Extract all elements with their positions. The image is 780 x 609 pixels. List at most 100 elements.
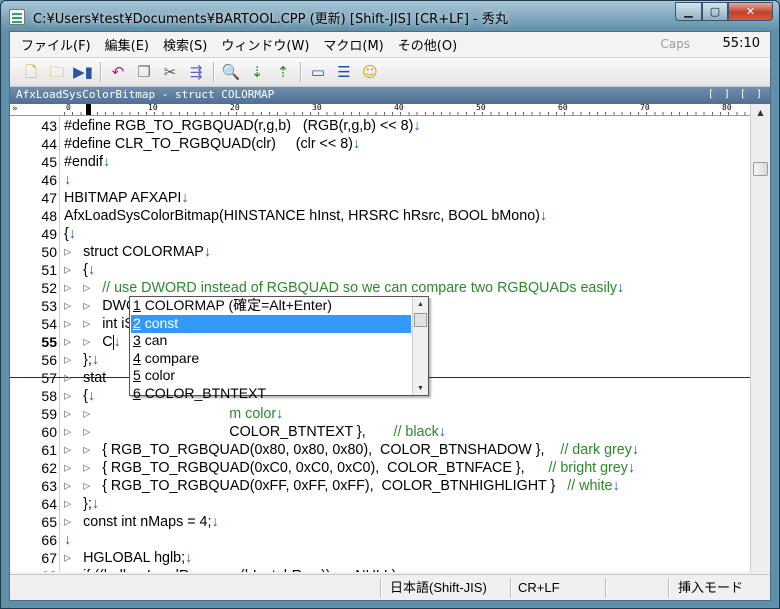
code-comment: m color xyxy=(102,406,277,422)
undo-button[interactable]: ↶ xyxy=(107,61,129,83)
code-line[interactable]: 47 HBITMAP AFXAPI↓ xyxy=(10,189,750,207)
code-text: ↓ xyxy=(64,531,71,549)
code-text: {↓ xyxy=(64,225,76,243)
paste-icon: ⇶ xyxy=(189,62,203,81)
insert-mode-status[interactable]: 挿入モード xyxy=(678,579,743,597)
code-token: AfxLoadSysColorBitmap(HINSTANCE hInst, H… xyxy=(64,208,540,224)
paste-button[interactable]: ⇶ xyxy=(185,61,207,83)
code-line[interactable]: 64 ▹ };↓ xyxy=(10,495,750,513)
tab-mark: ▹ xyxy=(64,370,84,386)
help-button[interactable]: ☺ xyxy=(359,61,381,83)
scroll-up-icon[interactable]: ▲ xyxy=(751,104,770,121)
encoding-status[interactable]: 日本語(Shift-JIS) xyxy=(390,579,487,597)
code-line[interactable]: 60 ▹ ▹ COLOR_BTNTEXT }, // black↓ xyxy=(10,423,750,441)
code-text: ▹ HGLOBAL hglb;↓ xyxy=(64,549,192,567)
newline-mark: ↓ xyxy=(203,244,211,260)
find-up-icon: ⇡ xyxy=(276,62,290,81)
line-number: 43 xyxy=(41,118,57,134)
code-line[interactable]: 67 ▹ HGLOBAL hglb;↓ xyxy=(10,549,750,567)
find-up-button[interactable]: ⇡ xyxy=(272,61,294,83)
completion-item[interactable]: 6 COLOR_BTNTEXT xyxy=(131,385,411,403)
code-text: ▹ ▹ { RGB_TO_RGBQUAD(0xC0, 0xC0, 0xC0), … xyxy=(64,459,635,477)
line-number: 64 xyxy=(41,496,57,512)
code-token: #define CLR_TO_RGBQUAD(clr) (clr << 8) xyxy=(64,136,353,152)
maximize-button[interactable]: ▢ xyxy=(702,2,728,21)
tab-mark: ▹ ▹ xyxy=(64,442,103,458)
scroll-up-icon[interactable]: ▲ xyxy=(413,297,428,311)
ruler-label: 80 xyxy=(721,104,733,112)
minimize-button[interactable]: ▁ xyxy=(675,2,702,21)
code-line[interactable]: 52 ▹ ▹ // use DWORD instead of RGBQUAD so… xyxy=(10,279,750,297)
ruler-cursor-marker xyxy=(86,104,91,115)
code-line[interactable]: 65 ▹ const int nMaps = 4;↓ xyxy=(10,513,750,531)
menu-edit[interactable]: 編集(E) xyxy=(98,35,156,54)
copy-button[interactable]: ❐ xyxy=(133,61,155,83)
menu-search[interactable]: 検索(S) xyxy=(156,35,214,54)
copy-icon: ❐ xyxy=(137,62,151,81)
code-text: ▹ struct COLORMAP↓ xyxy=(64,243,211,261)
menu-window[interactable]: ウィンドウ(W) xyxy=(214,35,316,54)
code-line[interactable]: 63 ▹ ▹ { RGB_TO_RGBQUAD(0xFF, 0xFF, 0xFF)… xyxy=(10,477,750,495)
code-line[interactable]: 45 #endif↓ xyxy=(10,153,750,171)
completion-item[interactable]: 4 compare xyxy=(131,350,411,368)
title-bar[interactable]: C:¥Users¥test¥Documents¥BARTOOL.CPP (更新)… xyxy=(1,1,779,31)
menu-file[interactable]: ファイル(F) xyxy=(14,35,98,54)
code-line[interactable]: 61 ▹ ▹ { RGB_TO_RGBQUAD(0x80, 0x80, 0x80)… xyxy=(10,441,750,459)
code-line[interactable]: 51 ▹ {↓ xyxy=(10,261,750,279)
new-file-button[interactable]: 🗋 xyxy=(20,61,42,83)
split-button[interactable]: ☰ xyxy=(333,61,355,83)
tab-mark: ▹ ▹ xyxy=(64,316,103,332)
vertical-scrollbar[interactable]: ▲ xyxy=(750,104,770,572)
code-comment: // black xyxy=(393,424,439,440)
newline-mark: ↓ xyxy=(438,424,446,440)
code-line[interactable]: 46 ↓ xyxy=(10,171,750,189)
line-number: 57 xyxy=(41,370,57,386)
code-line[interactable]: 48 AfxLoadSysColorBitmap(HINSTANCE hInst,… xyxy=(10,207,750,225)
code-text: ▹ stat xyxy=(64,369,106,387)
cut-button[interactable]: ✂ xyxy=(159,61,181,83)
code-line[interactable]: 43 #define RGB_TO_RGBQUAD(r,g,b) (RGB(r,g… xyxy=(10,117,750,135)
newline-status[interactable]: CR+LF xyxy=(518,579,560,597)
completion-item[interactable]: 1 COLORMAP (確定=Alt+Enter) xyxy=(131,297,411,315)
code-comment: // white xyxy=(567,478,613,494)
hidemaru-app-icon[interactable] xyxy=(9,9,25,25)
menu-other[interactable]: その他(O) xyxy=(391,35,464,54)
window-icon: ▭ xyxy=(310,62,326,81)
ruler-label: 60 xyxy=(557,104,569,112)
line-number: 46 xyxy=(41,172,57,188)
tab-mark: ▹ ▹ xyxy=(64,424,103,440)
completion-item[interactable]: 2 const xyxy=(131,314,411,333)
code-text: ▹ };↓ xyxy=(64,351,99,369)
close-button[interactable]: ✕ xyxy=(728,2,773,21)
completion-item-number: 1 xyxy=(133,297,141,313)
code-text: #define RGB_TO_RGBQUAD(r,g,b) (RGB(r,g,b… xyxy=(64,117,421,135)
find-down-button[interactable]: ⇣ xyxy=(246,61,268,83)
code-line[interactable]: 50 ▹ struct COLORMAP↓ xyxy=(10,243,750,261)
help-icon: ☺ xyxy=(362,62,378,81)
code-line[interactable]: 44 #define CLR_TO_RGBQUAD(clr) (clr << 8)… xyxy=(10,135,750,153)
scroll-thumb[interactable] xyxy=(753,162,768,176)
find-button[interactable]: 🔍 xyxy=(220,61,242,83)
completion-scrollbar[interactable]: ▲ ▼ xyxy=(412,297,428,395)
maximize-icon: ▢ xyxy=(709,5,721,18)
menu-macro[interactable]: マクロ(M) xyxy=(316,35,390,54)
cursor-position: 55:10 xyxy=(722,36,760,51)
code-line[interactable]: 66 ↓ xyxy=(10,531,750,549)
newline-mark: ↓ xyxy=(276,406,284,422)
save-as-button[interactable]: ▶▮ xyxy=(72,61,94,83)
completion-item[interactable]: 5 color xyxy=(131,367,411,385)
save-as-icon: ▶▮ xyxy=(73,62,93,81)
scroll-down-icon[interactable]: ▼ xyxy=(413,381,428,395)
code-line[interactable]: 49 {↓ xyxy=(10,225,750,243)
window-button[interactable]: ▭ xyxy=(307,61,329,83)
column-ruler[interactable]: » 0 10 20 30 40 50 60 70 80 xyxy=(10,104,750,116)
completion-popup: 1 COLORMAP (確定=Alt+Enter) 2 const 3 can 4 c… xyxy=(129,296,429,401)
toolbar-separator xyxy=(213,62,214,82)
code-line[interactable]: 62 ▹ ▹ { RGB_TO_RGBQUAD(0xC0, 0xC0, 0xC0)… xyxy=(10,459,750,477)
open-button[interactable]: 🗀 xyxy=(46,61,68,83)
completion-scroll-thumb[interactable] xyxy=(414,313,427,327)
code-token: C xyxy=(102,334,113,350)
code-line[interactable]: 59 ▹ ▹ m color↓ xyxy=(10,405,750,423)
code-line[interactable]: 68 ▹ if ((hglb = LoadResource(hInst, hRsr… xyxy=(10,567,750,572)
completion-item[interactable]: 3 can xyxy=(131,332,411,350)
